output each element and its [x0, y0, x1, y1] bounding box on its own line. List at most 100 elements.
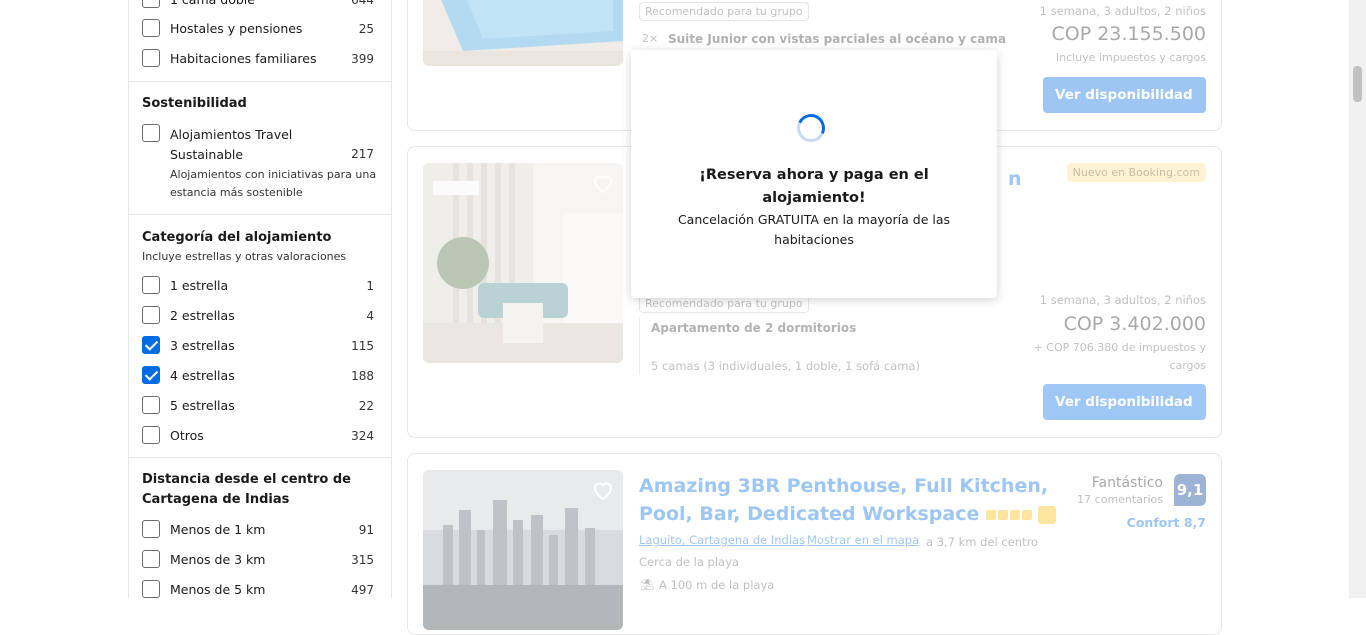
recommended-tag: Recomendado para tu grupo — [639, 2, 809, 21]
heart-icon[interactable] — [591, 478, 615, 502]
loading-spinner-icon — [793, 110, 829, 146]
checkbox[interactable] — [142, 49, 160, 67]
new-badge: Nuevo en Booking.com — [1066, 163, 1206, 182]
filter-option-count: 644 — [351, 0, 374, 7]
beach-distance: A 100 m de la playa — [659, 578, 775, 592]
filter-option-count: 497 — [351, 583, 374, 597]
room-divider — [639, 317, 640, 375]
modal-title: ¡Reserva ahora y paga en el alojamiento! — [699, 167, 929, 206]
filter-option-4-estrellas[interactable]: 4 estrellas 188 — [142, 366, 374, 388]
checkbox[interactable] — [142, 550, 160, 568]
checkbox[interactable] — [142, 396, 160, 414]
checkbox[interactable] — [142, 426, 160, 444]
button-label: Ver disponibilidad — [1055, 87, 1193, 103]
checkbox[interactable] — [142, 276, 160, 294]
room-multiplier: 2× — [642, 32, 659, 45]
filter-option-count: 22 — [358, 399, 374, 413]
filter-section-category: Categoría del alojamiento Incluye estrel… — [129, 214, 391, 458]
filter-option-label: 5 estrellas — [170, 398, 235, 413]
filter-option-label: 1 estrella — [170, 278, 229, 293]
filter-option-count: 315 — [351, 553, 374, 567]
scrollbar-thumb[interactable] — [1353, 66, 1362, 102]
bed-details: 5 camas (3 individuales, 1 doble, 1 sofá… — [651, 359, 920, 373]
section-title: Distancia desde el centro de Cartagena d… — [142, 472, 351, 507]
map-link[interactable]: Mostrar en el mapa — [807, 533, 919, 547]
filter-option-label: 2 estrellas — [170, 308, 235, 323]
filter-option-count: 91 — [358, 523, 374, 537]
stay-details: 1 semana, 3 adultos, 2 niños — [1039, 293, 1206, 307]
filter-option-1-cama-doble[interactable]: 1 cama doble 644 — [142, 0, 374, 12]
filter-option-5-estrellas[interactable]: 5 estrellas 22 — [142, 396, 374, 418]
filter-option-label: Hostales y pensiones — [170, 21, 303, 36]
page-scrollbar[interactable] — [1349, 0, 1366, 598]
filter-option-label: Otros — [170, 428, 204, 443]
filter-option-count: 217 — [351, 147, 374, 161]
filter-option-count: 115 — [351, 339, 374, 353]
price: COP 3.402.000 — [1063, 313, 1206, 335]
filter-option-count: 4 — [366, 309, 374, 323]
pool-photo — [423, 0, 623, 66]
filter-option-hostales[interactable]: Hostales y pensiones 25 — [142, 19, 374, 41]
filter-option-count: 25 — [358, 22, 374, 36]
price: COP 23.155.500 — [1051, 23, 1206, 45]
star-rating — [985, 501, 1034, 529]
tax-note: Incluye impuestos y cargos — [1055, 51, 1206, 64]
filter-option-label: Habitaciones familiares — [170, 51, 317, 66]
star-icons — [985, 509, 1032, 520]
filter-option-3-estrellas[interactable]: 3 estrellas 115 — [142, 336, 374, 358]
filter-option-habitaciones-familiares[interactable]: Habitaciones familiares 399 — [142, 49, 374, 71]
beach-icon: ⛱ — [640, 577, 655, 591]
filter-option-label: 3 estrellas — [170, 338, 235, 353]
review-score[interactable]: 9,1 — [1174, 474, 1206, 506]
checkbox-checked[interactable] — [142, 366, 160, 384]
filter-option-menos-5km[interactable]: Menos de 5 km 497 — [142, 580, 374, 598]
room-name: Apartamento de 2 dormitorios — [651, 321, 857, 335]
checkbox[interactable] — [142, 0, 160, 8]
property-photo[interactable] — [423, 0, 623, 66]
property-title[interactable]: Amazing 3BR Penthouse, Full Kitchen, Poo… — [639, 472, 1069, 529]
property-photo[interactable] — [423, 163, 623, 363]
room-name: Suite Junior con vistas parciales al océ… — [668, 32, 1006, 46]
filter-option-1-estrella[interactable]: 1 estrella 1 — [142, 276, 374, 298]
filter-section-distance: Distancia desde el centro de Cartagena d… — [129, 457, 391, 598]
chevron-right-icon: › — [1186, 394, 1192, 410]
filter-option-menos-1km[interactable]: Menos de 1 km 91 — [142, 520, 374, 542]
thumbs-up-icon — [1037, 505, 1056, 524]
filters-sidebar: 1 cama doble 644 Hostales y pensiones 25… — [128, 0, 392, 598]
chevron-right-icon: › — [1186, 87, 1192, 103]
filter-option-otros[interactable]: Otros 324 — [142, 426, 374, 448]
property-card: Amazing 3BR Penthouse, Full Kitchen, Poo… — [407, 453, 1222, 635]
filter-option-2-estrellas[interactable]: 2 estrellas 4 — [142, 306, 374, 328]
filter-option-count: 324 — [351, 429, 374, 443]
checkbox[interactable] — [142, 306, 160, 324]
section-title: Categoría del alojamiento — [142, 230, 332, 245]
section-title: Sostenibilidad — [142, 96, 247, 111]
checkbox[interactable] — [142, 520, 160, 538]
filter-option-count: 188 — [351, 369, 374, 383]
loading-modal: ¡Reserva ahora y paga en el alojamiento!… — [631, 50, 997, 298]
beach-note: Cerca de la playa — [639, 555, 739, 569]
modal-text: Cancelación GRATUITA en la mayoría de la… — [677, 212, 951, 247]
checkbox[interactable] — [142, 19, 160, 37]
filter-option-count: 1 — [366, 279, 374, 293]
checkbox[interactable] — [142, 580, 160, 598]
filter-section-sustainability: Sostenibilidad Alojamientos Travel Susta… — [129, 81, 391, 215]
property-photo[interactable] — [423, 470, 623, 630]
availability-button[interactable]: Ver disponibilidad › — [1043, 384, 1206, 420]
filter-option-label: Menos de 1 km — [170, 522, 266, 537]
button-label: Ver disponibilidad — [1055, 394, 1193, 410]
filter-option-menos-3km[interactable]: Menos de 3 km 315 — [142, 550, 374, 572]
location-link[interactable]: Laguito, Cartagena de Indias — [639, 533, 805, 547]
heart-icon[interactable] — [591, 171, 615, 195]
checkbox[interactable] — [142, 124, 160, 142]
property-title-fragment[interactable]: n — [1008, 165, 1028, 193]
filter-option-description: Alojamientos con iniciativas para una es… — [170, 168, 377, 199]
distance-to-center: a 3,7 km del centro — [926, 535, 1039, 549]
checkbox-checked[interactable] — [142, 336, 160, 354]
tax-note: + COP 706.380 de impuestos y cargos — [1033, 341, 1206, 372]
section-subtitle: Incluye estrellas y otras valoraciones — [142, 250, 347, 263]
availability-button[interactable]: Ver disponibilidad › — [1043, 77, 1206, 113]
filter-option-label: 1 cama doble — [170, 0, 255, 9]
comfort-score: Confort 8,7 — [1126, 515, 1206, 530]
stay-details: 1 semana, 3 adultos, 2 niños — [1039, 4, 1206, 18]
